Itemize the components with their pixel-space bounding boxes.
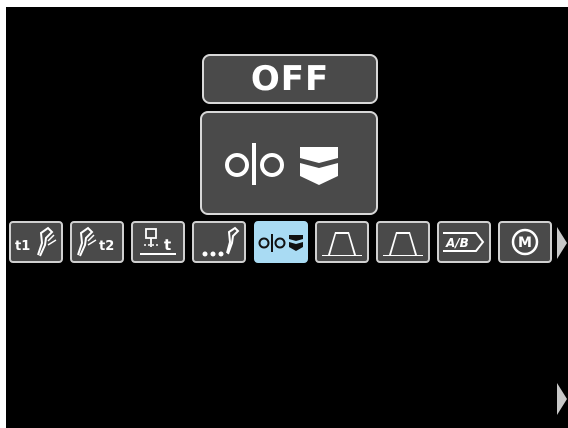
parameter-toolbar: t1 t2 t A/B M xyxy=(6,219,568,267)
memory-button[interactable]: M xyxy=(498,221,552,263)
preflow-time-icon: t1 xyxy=(15,226,57,257)
toolbar-scroll-right-icon[interactable] xyxy=(557,227,567,259)
ab-label: A/B xyxy=(445,236,469,250)
postflow-time-button[interactable]: t2 xyxy=(70,221,124,263)
trigger-2step-4step-icon xyxy=(258,234,303,252)
spot-timer-label: t xyxy=(164,236,171,254)
spot-timer-button[interactable]: t xyxy=(131,221,185,263)
2-step-trigger-icon xyxy=(225,143,338,185)
ab-procedure-icon: A/B xyxy=(443,232,485,252)
postflow-time-icon: t2 xyxy=(77,226,114,257)
parameter-value: OFF xyxy=(250,59,330,99)
selected-parameter-box xyxy=(200,111,378,215)
page-next-arrow-icon[interactable] xyxy=(557,383,567,415)
postflow-label: t2 xyxy=(99,239,114,254)
display-screen: OFF t1 t2 t A/B M xyxy=(6,7,568,428)
memory-icon: M xyxy=(511,228,539,256)
trigger-mode-button[interactable] xyxy=(254,221,308,263)
end-procedure-button[interactable] xyxy=(376,221,430,263)
parameter-value-box: OFF xyxy=(202,54,378,104)
memory-label: M xyxy=(518,235,532,251)
start-procedure-icon xyxy=(322,232,362,256)
start-procedure-button[interactable] xyxy=(315,221,369,263)
end-procedure-icon xyxy=(383,232,423,256)
ab-procedure-button[interactable]: A/B xyxy=(437,221,491,263)
run-in-wfs-button[interactable] xyxy=(192,221,246,263)
spot-timer-icon: t xyxy=(140,228,176,255)
preflow-time-button[interactable]: t1 xyxy=(9,221,63,263)
preflow-label: t1 xyxy=(15,239,30,254)
run-in-wfs-icon xyxy=(202,226,240,257)
